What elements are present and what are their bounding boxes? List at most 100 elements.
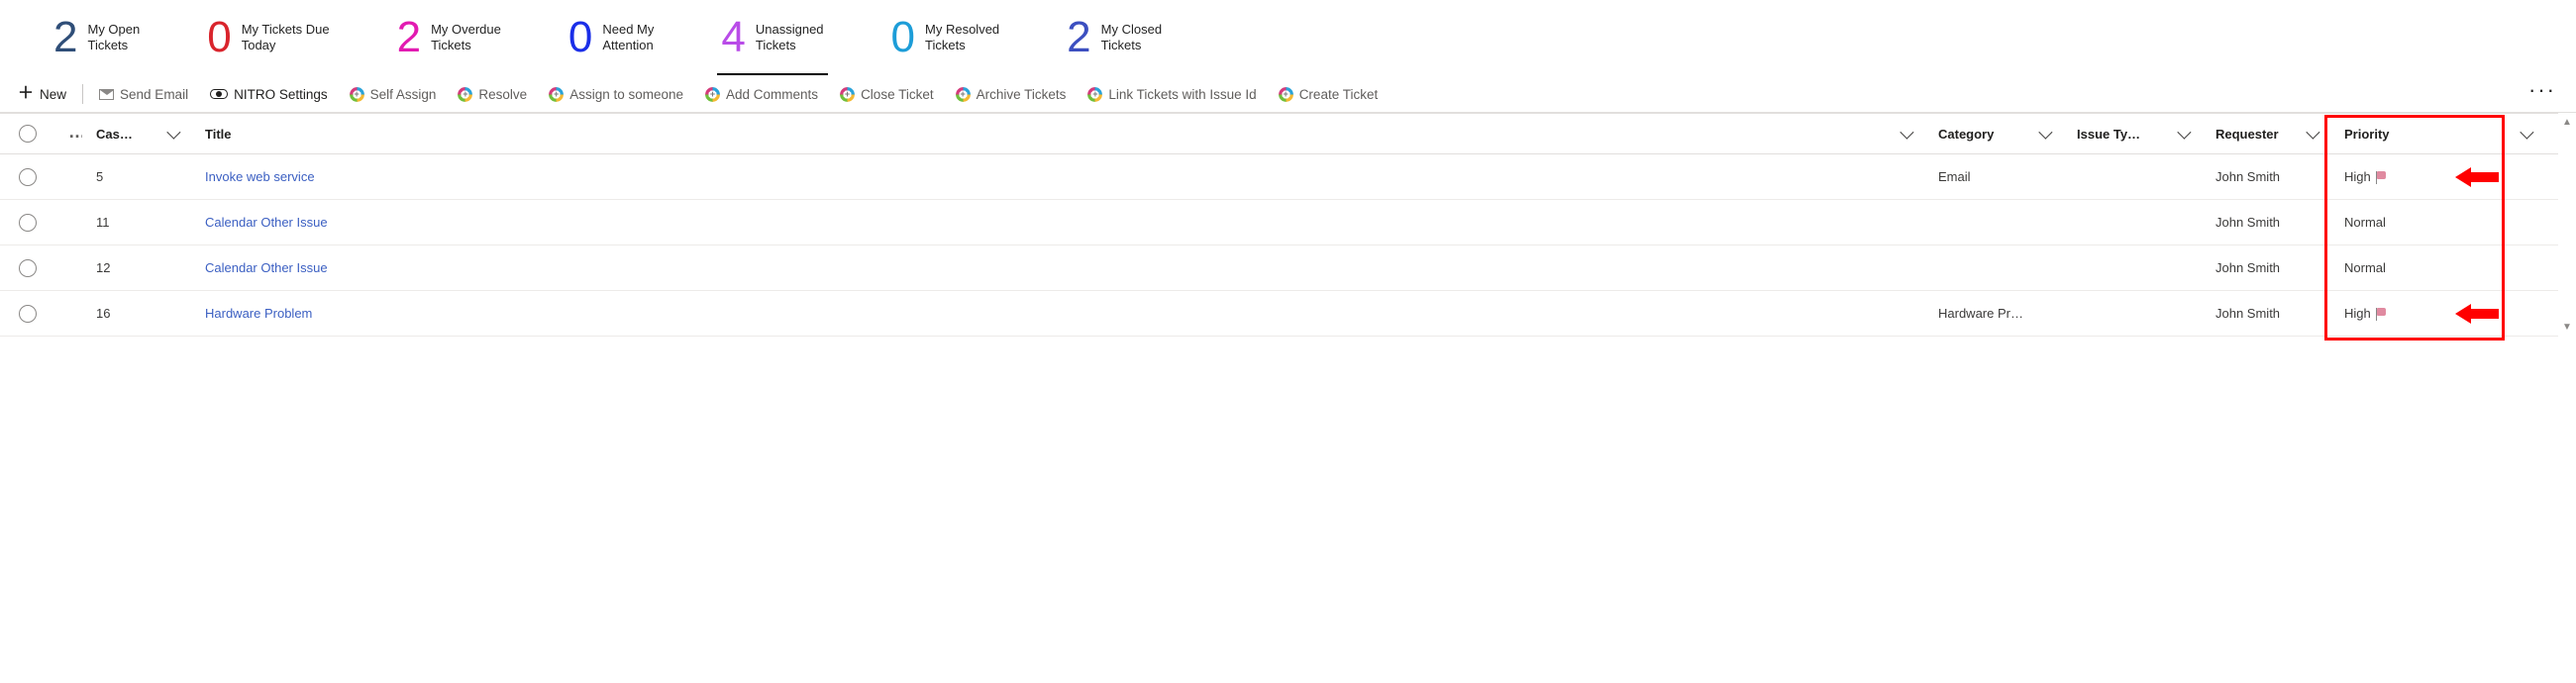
ring-plus-icon <box>956 87 971 102</box>
mail-icon <box>99 89 114 100</box>
plus-icon: ＋ <box>18 86 34 102</box>
col-priority-label: Priority <box>2344 127 2390 142</box>
cell-issue-type <box>2063 262 2202 274</box>
chevron-down-icon <box>2177 126 2191 140</box>
nitro-label: NITRO Settings <box>234 87 328 102</box>
cell-issue-type <box>2063 217 2202 229</box>
col-issuetype-label: Issue Ty… <box>2077 127 2140 142</box>
table-row[interactable]: 12Calendar Other IssueJohn SmithNormal <box>0 245 2558 291</box>
col-requester-label: Requester <box>2215 127 2279 142</box>
archive-tickets-button[interactable]: Archive Tickets <box>950 83 1073 106</box>
table-row[interactable]: 5Invoke web serviceEmailJohn SmithHigh <box>0 154 2558 200</box>
row-spacer <box>54 215 82 231</box>
cell-category <box>1924 217 2063 229</box>
flag-icon <box>2375 170 2389 184</box>
close-ticket-label: Close Ticket <box>861 87 934 102</box>
stat-label: Need MyAttention <box>602 22 654 54</box>
assign-to-someone-button[interactable]: Assign to someone <box>543 83 689 106</box>
add-comments-button[interactable]: Add Comments <box>699 83 824 106</box>
link-tickets-button[interactable]: Link Tickets with Issue Id <box>1082 83 1262 106</box>
more-actions-button[interactable]: ··· <box>2521 85 2564 103</box>
stat-count: 4 <box>721 16 745 59</box>
col-case-label: Cas… <box>96 127 133 142</box>
stat-count: 0 <box>568 16 592 59</box>
ring-plus-icon <box>1087 87 1102 102</box>
archive-label: Archive Tickets <box>977 87 1067 102</box>
stat-count: 2 <box>1067 16 1090 59</box>
row-spacer <box>54 306 82 322</box>
stat-tile[interactable]: 0My Tickets DueToday <box>203 10 333 73</box>
table-row[interactable]: 16Hardware ProblemHardware Pr…John Smith… <box>0 291 2558 337</box>
vertical-scrollbar[interactable]: ▲ ▼ <box>2558 113 2576 337</box>
row-radio[interactable] <box>19 168 37 186</box>
stat-tile[interactable]: 0 My ResolvedTickets <box>887 10 1004 73</box>
callout-arrow <box>2455 304 2499 324</box>
row-select[interactable] <box>0 208 54 238</box>
ring-plus-icon <box>350 87 364 102</box>
stat-tile[interactable]: 2My OverdueTickets <box>393 10 505 73</box>
cell-priority: High <box>2330 300 2499 327</box>
row-radio[interactable] <box>19 259 37 277</box>
row-select[interactable] <box>0 299 54 329</box>
link-issue-label: Link Tickets with Issue Id <box>1108 87 1256 102</box>
scroll-up-arrow[interactable]: ▲ <box>2562 117 2572 128</box>
new-button[interactable]: ＋ New <box>12 82 72 106</box>
stat-count: 2 <box>53 16 77 59</box>
col-category-label: Category <box>1938 127 1994 142</box>
cell-priority: Normal <box>2330 254 2499 281</box>
chevron-down-icon <box>2520 126 2533 140</box>
cell-category: Hardware Pr… <box>1924 300 2063 327</box>
cell-priority: High <box>2330 163 2499 190</box>
col-header-priority[interactable]: Priority <box>2330 121 2499 147</box>
assign-someone-label: Assign to someone <box>569 87 683 102</box>
cell-title-link[interactable]: Hardware Problem <box>191 300 1924 327</box>
add-comments-label: Add Comments <box>726 87 818 102</box>
select-all-radio[interactable] <box>19 125 37 143</box>
cell-end <box>2499 308 2558 320</box>
cell-end <box>2499 171 2558 183</box>
stat-tile[interactable]: 2My ClosedTickets <box>1063 10 1166 73</box>
callout-arrow <box>2455 167 2499 187</box>
close-ticket-button[interactable]: Close Ticket <box>834 83 940 106</box>
create-ticket-button[interactable]: Create Ticket <box>1273 83 1385 106</box>
cell-case: 11 <box>82 209 191 236</box>
stat-label: My ResolvedTickets <box>925 22 999 54</box>
row-select[interactable] <box>0 253 54 283</box>
row-radio[interactable] <box>19 305 37 323</box>
row-select[interactable] <box>0 162 54 192</box>
self-assign-label: Self Assign <box>370 87 437 102</box>
cell-title-link[interactable]: Calendar Other Issue <box>191 254 1924 281</box>
nitro-settings-button[interactable]: NITRO Settings <box>204 83 334 106</box>
stat-count: 0 <box>891 16 915 59</box>
stat-count: 2 <box>397 16 421 59</box>
stat-tile[interactable]: 2My OpenTickets <box>50 10 144 73</box>
chevron-down-icon <box>2306 126 2319 140</box>
scroll-down-arrow[interactable]: ▼ <box>2562 322 2572 333</box>
stat-tile[interactable]: 0 Need MyAttention <box>565 10 659 73</box>
ticket-list: … Cas… Title Category Issue Ty… <box>0 113 2558 337</box>
ring-plus-icon <box>549 87 564 102</box>
chevron-down-icon <box>2038 126 2052 140</box>
col-header-requester[interactable]: Requester <box>2202 121 2330 147</box>
self-assign-button[interactable]: Self Assign <box>344 83 443 106</box>
stat-tile[interactable]: 4UnassignedTickets <box>717 10 827 75</box>
send-email-button[interactable]: Send Email <box>93 83 194 106</box>
cell-priority: Normal <box>2330 209 2499 236</box>
select-all-cell[interactable] <box>0 119 54 148</box>
row-radio[interactable] <box>19 214 37 232</box>
cell-title-link[interactable]: Invoke web service <box>191 163 1924 190</box>
stats-bar: 2My OpenTickets 0My Tickets DueToday 2My O… <box>0 0 2576 76</box>
row-spacer <box>54 260 82 276</box>
cell-category: Email <box>1924 163 2063 190</box>
header-more[interactable]: … <box>54 121 82 146</box>
col-header-end[interactable] <box>2499 123 2558 145</box>
col-header-title[interactable]: Title <box>191 121 1924 147</box>
col-header-case[interactable]: Cas… <box>82 121 191 147</box>
ring-plus-icon <box>705 87 720 102</box>
col-header-category[interactable]: Category <box>1924 121 2063 147</box>
col-header-issue-type[interactable]: Issue Ty… <box>2063 121 2202 147</box>
resolve-button[interactable]: Resolve <box>452 83 533 106</box>
cell-title-link[interactable]: Calendar Other Issue <box>191 209 1924 236</box>
flag-icon <box>2375 307 2389 321</box>
table-row[interactable]: 11Calendar Other IssueJohn SmithNormal <box>0 200 2558 245</box>
